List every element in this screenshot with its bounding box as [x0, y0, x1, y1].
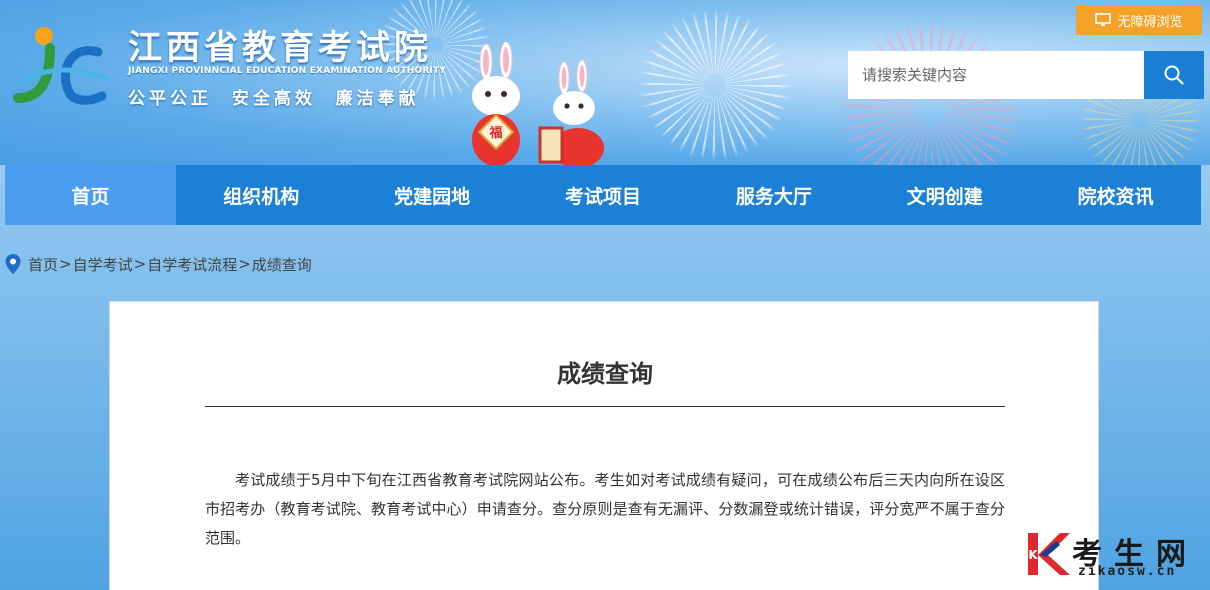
breadcrumb-separator: >: [133, 255, 147, 273]
site-header: 江西省教育考试院 JIANGXI PROVINNCIAL EDUCATION E…: [0, 0, 1210, 165]
breadcrumb-exam-process[interactable]: 自学考试流程: [147, 254, 237, 275]
search-button[interactable]: [1144, 51, 1204, 99]
kaoshengwang-watermark: K 考生网 zikaosw.cn: [1022, 527, 1202, 583]
site-motto: 公平公正 安全高效 廉洁奉献: [128, 89, 420, 109]
nav-item-exam-projects[interactable]: 考试项目: [518, 165, 689, 225]
title-divider: [205, 406, 1005, 407]
breadcrumb-score-query[interactable]: 成绩查询: [252, 254, 312, 275]
jx-logo-icon[interactable]: [10, 22, 110, 108]
nav-item-organization[interactable]: 组织机构: [176, 165, 347, 225]
article-body: 考试成绩于5月中下旬在江西省教育考试院网站公布。考生如对考试成绩有疑问，可在成绩…: [205, 471, 1005, 547]
location-pin-icon: [5, 254, 21, 274]
breadcrumb-home[interactable]: 首页: [28, 254, 58, 275]
nav-item-college-news[interactable]: 院校资讯: [1030, 165, 1201, 225]
rabbit-mascots-image: 福: [472, 42, 604, 165]
search-input[interactable]: [848, 51, 1144, 99]
search-icon: [1164, 65, 1184, 85]
breadcrumb: 首页 > 自学考试 > 自学考试流程 > 成绩查询: [4, 252, 312, 276]
nav-item-service-hall[interactable]: 服务大厅: [688, 165, 859, 225]
accessibility-label: 无障碍浏览: [1117, 14, 1183, 30]
k-logo-letter: K: [1028, 548, 1038, 562]
firework-decoration: [640, 10, 790, 160]
accessibility-button[interactable]: 无障碍浏览: [1076, 5, 1202, 35]
breadcrumb-separator: >: [238, 255, 251, 273]
k-logo-icon: K: [1028, 533, 1070, 575]
fu-badge: 福: [488, 125, 502, 141]
main-nav: 首页 组织机构 党建园地 考试项目 服务大厅 文明创建 院校资讯: [5, 165, 1201, 225]
nav-item-civilization[interactable]: 文明创建: [859, 165, 1030, 225]
article-card: 成绩查询 考试成绩于5月中下旬在江西省教育考试院网站公布。考生如对考试成绩有疑问…: [109, 301, 1099, 590]
breadcrumb-separator: >: [59, 255, 72, 273]
nav-item-home[interactable]: 首页: [5, 165, 176, 225]
article-title: 成绩查询: [557, 360, 653, 388]
monitor-icon: [1095, 13, 1112, 26]
watermark-domain: zikaosw.cn: [1078, 564, 1177, 579]
breadcrumb-self-study-exam[interactable]: 自学考试: [73, 254, 133, 275]
site-title: 江西省教育考试院: [128, 28, 432, 68]
site-subtitle: JIANGXI PROVINNCIAL EDUCATION EXAMINATIO…: [128, 66, 447, 76]
nav-item-party-building[interactable]: 党建园地: [347, 165, 518, 225]
